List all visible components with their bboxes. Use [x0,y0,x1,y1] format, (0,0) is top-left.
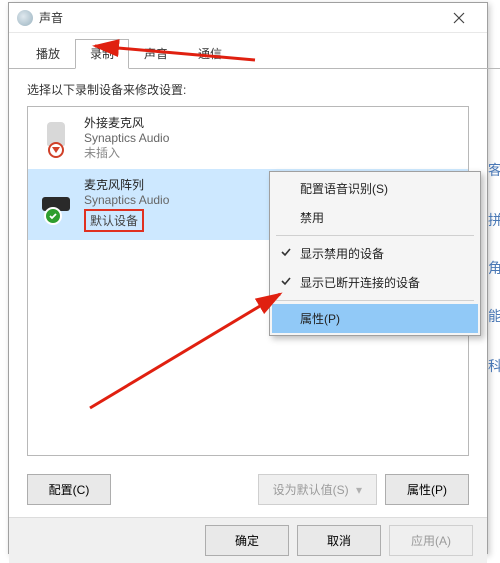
sound-app-icon [17,10,33,26]
unplugged-badge-icon [48,142,64,158]
ctx-show-disabled[interactable]: 显示禁用的设备 [272,239,478,268]
ctx-separator [276,235,474,236]
device-status: 未插入 [84,146,458,161]
properties-button[interactable]: 属性(P) [385,474,469,505]
set-default-button[interactable]: 设为默认值(S) ▾ [258,474,377,505]
tab-sounds[interactable]: 声音 [129,39,183,69]
context-menu: 配置语音识别(S) 禁用 显示禁用的设备 显示已断开连接的设备 属性(P) [269,171,481,336]
ctx-config-speech[interactable]: 配置语音识别(S) [272,174,478,203]
check-icon [280,275,292,287]
cancel-button[interactable]: 取消 [297,525,381,556]
instruction-text: 选择以下录制设备来修改设置: [27,81,469,98]
side-fragment: 拼 [488,210,500,230]
check-icon [280,246,292,258]
ctx-separator [276,300,474,301]
device-name: 外接麦克风 [84,115,458,131]
sound-dialog: 声音 播放 录制 声音 通信 选择以下录制设备来修改设置: 外接麦克风 Syna… [8,2,488,554]
ctx-show-disconnected[interactable]: 显示已断开连接的设备 [272,268,478,297]
side-fragment: 客 [488,160,500,180]
device-driver: Synaptics Audio [84,131,458,146]
ctx-properties[interactable]: 属性(P) [272,304,478,333]
tab-bar: 播放 录制 声音 通信 [21,39,487,69]
close-button[interactable] [439,4,479,32]
external-mic-icon [38,120,74,156]
device-default-label: 默认设备 [84,209,144,232]
side-fragment: 角 [488,258,500,278]
apply-button[interactable]: 应用(A) [389,525,473,556]
dialog-button-bar: 确定 取消 应用(A) [9,517,487,563]
ctx-disable[interactable]: 禁用 [272,203,478,232]
default-check-icon [44,207,62,225]
chevron-down-icon: ▾ [356,483,362,497]
lower-button-row: 配置(C) 设为默认值(S) ▾ 属性(P) [27,474,469,505]
side-fragment: 科 [488,356,500,376]
configure-button[interactable]: 配置(C) [27,474,111,505]
side-fragment: 能 [488,306,500,326]
window-title: 声音 [39,9,439,26]
mic-array-icon [38,187,74,223]
tab-recording[interactable]: 录制 [75,39,129,69]
device-row-external-mic[interactable]: 外接麦克风 Synaptics Audio 未插入 [28,107,468,169]
ok-button[interactable]: 确定 [205,525,289,556]
tab-playback[interactable]: 播放 [21,39,75,69]
tab-communications[interactable]: 通信 [183,39,237,69]
titlebar: 声音 [9,3,487,33]
